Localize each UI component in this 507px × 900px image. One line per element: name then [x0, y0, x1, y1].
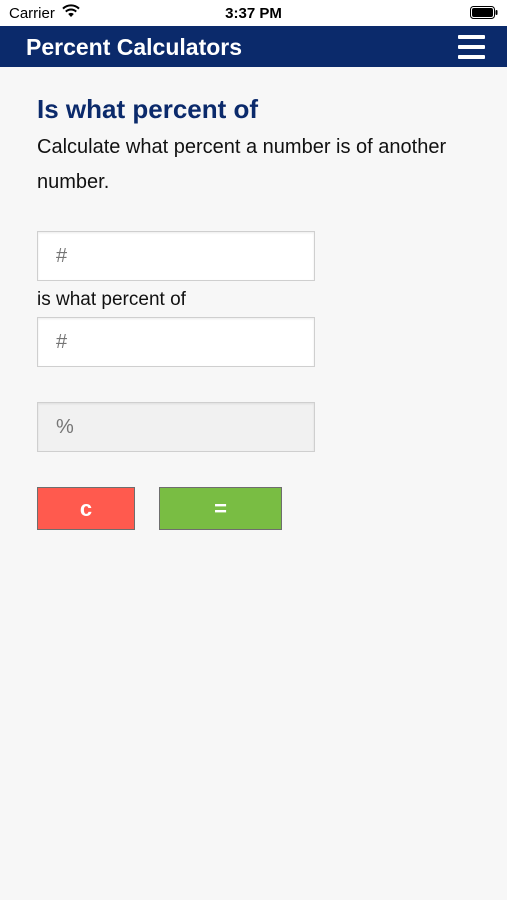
page-description: Calculate what percent a number is of an… — [37, 136, 447, 193]
hamburger-menu-icon[interactable] — [456, 33, 488, 61]
clear-button[interactable]: c — [37, 487, 135, 530]
clock: 3:37 PM — [225, 5, 282, 22]
result-field — [37, 402, 315, 452]
second-number-input[interactable] — [37, 317, 315, 367]
status-bar: Carrier 3:37 PM — [0, 0, 507, 26]
between-label: is what percent of — [37, 289, 186, 310]
page-title: Is what percent of — [37, 94, 259, 124]
calculator-intro: Is what percent of Calculate what percen… — [37, 92, 477, 200]
equals-button[interactable]: = — [159, 487, 282, 530]
app-header: Percent Calculators — [0, 26, 507, 67]
first-number-input[interactable] — [37, 231, 315, 281]
app-title: Percent Calculators — [26, 34, 243, 60]
battery-icon — [470, 6, 498, 19]
